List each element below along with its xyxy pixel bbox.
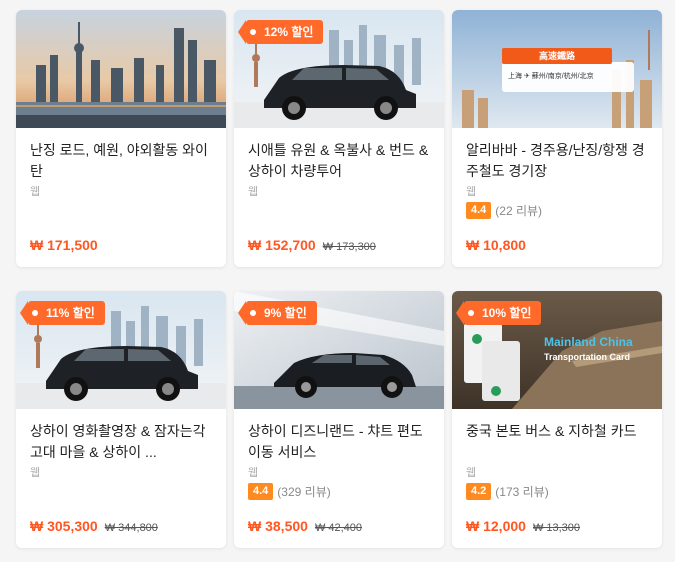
product-title: 상하이 디즈니랜드 - 챠트 편도 이동 서비스 [248, 423, 423, 460]
product-card-transport-card[interactable]: 10% 할인 Mainland China Transportation Car… [452, 291, 662, 548]
product-image [16, 10, 226, 128]
product-source: 웹 [30, 186, 41, 198]
rating-row: 4.4 (22 리뷰) [466, 202, 648, 219]
product-price: ₩ 38,500 [248, 518, 308, 534]
product-price: ₩ 152,700 [248, 237, 316, 253]
product-price: ₩ 10,800 [466, 237, 526, 253]
product-card-high-speed-rail[interactable]: 高速鐵路 上海 ✈ 蘇州/南京/杭州/北京 알리바바 - 경주용/난징/항쟁 경… [452, 10, 662, 267]
discount-badge: 11% 할인 [20, 301, 105, 325]
product-card-disney-transfer[interactable]: 9% 할인 상하이 디즈니랜드 - 챠트 편도 이동 서비스 웹 4.4 (32… [234, 291, 444, 548]
price-row: ₩ 12,000 ₩ 13,300 [466, 518, 580, 534]
card-image-subtitle: Transportation Card [544, 352, 631, 362]
original-price: ₩ 344,800 [104, 522, 158, 534]
rating-row: 4.2 (173 리뷰) [466, 483, 648, 500]
product-card-car-tour[interactable]: 12% 할인 시애틀 유원 & 옥불사 & 번드 & 상하이 차량투어 웹 ₩ … [234, 10, 444, 267]
original-price: ₩ 42,400 [314, 522, 363, 534]
review-count: (329 리뷰) [277, 485, 331, 499]
rating-score: 4.4 [248, 483, 274, 500]
product-source: 웹 [248, 467, 259, 479]
product-image: 12% 할인 [234, 10, 444, 128]
product-price: ₩ 12,000 [466, 518, 526, 534]
product-price: ₩ 171,500 [30, 237, 98, 253]
product-title: 알리바바 - 경주용/난징/항쟁 경주철도 경기장 [466, 142, 645, 179]
card-image-title: Mainland China [544, 335, 633, 349]
price-row: ₩ 305,300 ₩ 344,800 [30, 518, 158, 534]
product-image: 10% 할인 Mainland China Transportation Car… [452, 291, 662, 409]
product-source: 웹 [30, 467, 41, 479]
product-title: 난징 로드, 예원, 야외활동 와이탄 [30, 142, 208, 179]
discount-badge: 10% 할인 [455, 301, 542, 325]
original-price: ₩ 13,300 [532, 522, 581, 534]
product-title: 상하이 영화촬영장 & 잠자는각 고대 마을 & 상하이 ... [30, 423, 206, 460]
price-row: ₩ 152,700 ₩ 173,300 [248, 237, 376, 253]
product-image: 9% 할인 [234, 291, 444, 409]
rail-route-text: 上海 ✈ 蘇州/南京/杭州/北京 [508, 73, 594, 80]
price-row: ₩ 38,500 ₩ 42,400 [248, 518, 362, 534]
rating-score: 4.4 [466, 202, 492, 219]
price-row: ₩ 10,800 [466, 237, 526, 253]
discount-badge: 12% 할인 [237, 20, 324, 44]
original-price: ₩ 173,300 [322, 241, 376, 253]
product-source: 웹 [466, 186, 477, 198]
discount-badge: 9% 할인 [238, 301, 317, 325]
rating-row: 4.4 (329 리뷰) [248, 483, 430, 500]
product-title: 중국 본토 버스 & 지하철 카드 [466, 423, 637, 439]
rail-banner-text: 高速鐵路 [538, 51, 575, 61]
product-source: 웹 [248, 186, 259, 198]
review-count: (22 리뷰) [495, 204, 543, 218]
product-card-nanjing-road[interactable]: 난징 로드, 예원, 야외활동 와이탄 웹 ₩ 171,500 [16, 10, 226, 267]
product-price: ₩ 305,300 [30, 518, 98, 534]
rating-score: 4.2 [466, 483, 492, 500]
review-count: (173 리뷰) [495, 485, 549, 499]
product-card-film-studio[interactable]: 11% 할인 상하이 영화촬영장 & 잠자는각 고대 마을 & 상하이 ... … [16, 291, 226, 548]
product-image: 高速鐵路 上海 ✈ 蘇州/南京/杭州/北京 [452, 10, 662, 128]
product-image: 11% 할인 [16, 291, 226, 409]
product-source: 웹 [466, 467, 477, 479]
price-row: ₩ 171,500 [30, 237, 98, 253]
product-title: 시애틀 유원 & 옥불사 & 번드 & 상하이 차량투어 [248, 142, 429, 179]
